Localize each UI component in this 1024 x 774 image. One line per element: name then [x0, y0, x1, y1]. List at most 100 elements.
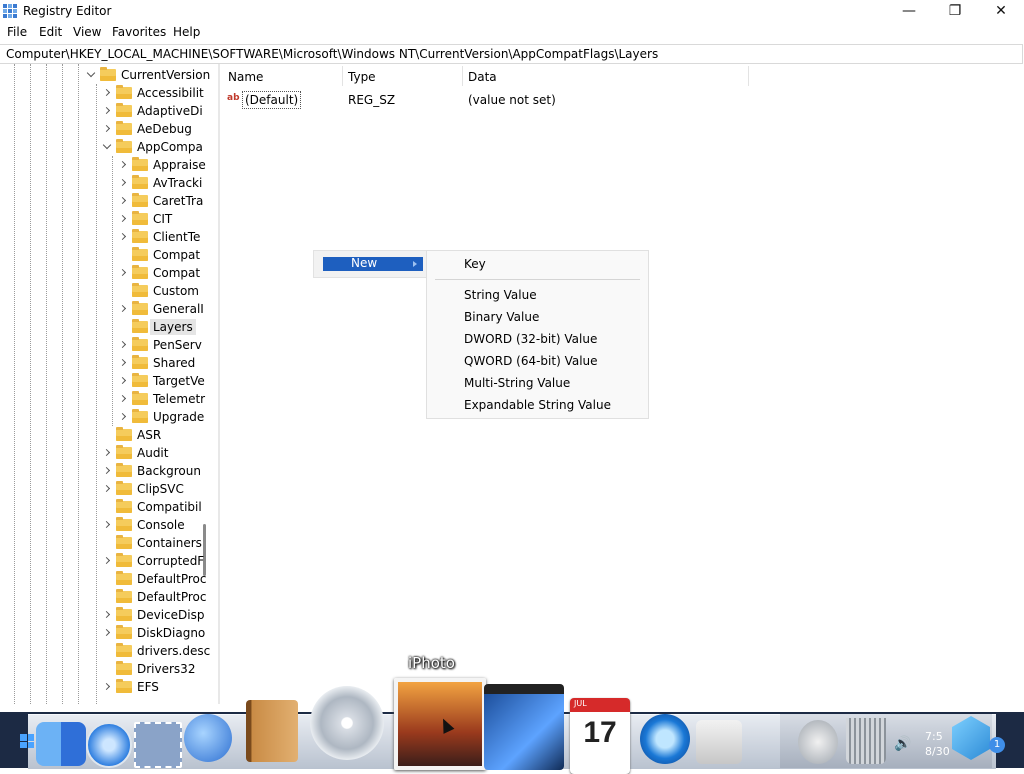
tree-item[interactable]: Accessibilit — [102, 84, 204, 102]
tree-item[interactable]: CaretTra — [118, 192, 203, 210]
submenu-qword-value[interactable]: QWORD (64-bit) Value — [464, 354, 598, 368]
boot-camp-icon[interactable] — [696, 720, 742, 764]
tree-item[interactable]: CorruptedF — [102, 552, 204, 570]
expand-chevron-icon[interactable] — [102, 102, 114, 120]
finder-icon[interactable] — [36, 722, 86, 766]
tree-item[interactable]: Custom — [118, 282, 199, 300]
tree-item[interactable]: Telemetr — [118, 390, 205, 408]
expand-chevron-icon[interactable] — [102, 624, 114, 642]
address-bar[interactable]: Computer\HKEY_LOCAL_MACHINE\SOFTWARE\Mic… — [0, 44, 1023, 64]
table-row[interactable]: ab (Default) REG_SZ (value not set) — [220, 90, 1020, 110]
collapse-chevron-icon[interactable] — [86, 66, 98, 84]
submenu-dword-value[interactable]: DWORD (32-bit) Value — [464, 332, 597, 346]
expand-chevron-icon[interactable] — [118, 264, 130, 282]
trash-icon[interactable] — [846, 718, 886, 764]
expand-chevron-icon[interactable] — [118, 156, 130, 174]
tree-item[interactable]: Appraise — [118, 156, 206, 174]
registry-tree[interactable]: CurrentVersion Accessibilit AdaptiveDi AeDe… — [0, 64, 215, 704]
column-type[interactable]: Type — [348, 70, 376, 84]
expand-chevron-icon[interactable] — [102, 606, 114, 624]
safari-icon[interactable] — [86, 722, 132, 768]
itunes-icon[interactable] — [310, 686, 384, 760]
maximize-button[interactable]: ❐ — [932, 0, 978, 24]
submenu-multi-string-value[interactable]: Multi-String Value — [464, 376, 570, 390]
system-clock[interactable]: 7:5 8/30 — [925, 729, 950, 759]
tree-item[interactable]: ClipSVC — [102, 480, 184, 498]
expand-chevron-icon[interactable] — [118, 390, 130, 408]
expand-chevron-icon[interactable] — [102, 84, 114, 102]
ichat-icon[interactable] — [184, 714, 232, 762]
notification-badge[interactable]: 1 — [989, 737, 1005, 753]
imovie-icon[interactable] — [484, 684, 564, 770]
expand-chevron-icon[interactable] — [102, 516, 114, 534]
submenu-expandable-string-value[interactable]: Expandable String Value — [464, 398, 611, 412]
tree-item[interactable]: Upgrade — [118, 408, 204, 426]
expand-chevron-icon[interactable] — [118, 300, 130, 318]
expand-chevron-icon[interactable] — [102, 444, 114, 462]
tree-item[interactable]: AvTracki — [118, 174, 202, 192]
tree-item[interactable]: Layers — [118, 318, 196, 336]
close-button[interactable]: ✕ — [978, 0, 1024, 24]
tree-item[interactable]: PenServ — [118, 336, 202, 354]
expand-chevron-icon[interactable] — [118, 354, 130, 372]
folder-icon — [132, 373, 148, 387]
tree-item[interactable]: Drivers32 — [102, 660, 195, 678]
tree-item[interactable]: ClientTe — [118, 228, 200, 246]
tree-item[interactable]: EFS — [102, 678, 159, 696]
menu-favorites[interactable]: Favorites — [112, 25, 166, 39]
tree-item[interactable]: AdaptiveDi — [102, 102, 203, 120]
tree-item[interactable]: Compat — [118, 264, 200, 282]
windows-start-icon[interactable] — [20, 734, 34, 748]
tree-item[interactable]: AeDebug — [102, 120, 192, 138]
menu-help[interactable]: Help — [173, 25, 200, 39]
expand-chevron-icon[interactable] — [102, 462, 114, 480]
expand-chevron-icon[interactable] — [102, 480, 114, 498]
tree-item[interactable]: Audit — [102, 444, 168, 462]
tree-item[interactable]: TargetVe — [118, 372, 205, 390]
expand-chevron-icon[interactable] — [102, 120, 114, 138]
minimize-button[interactable]: — — [886, 0, 932, 24]
tree-item[interactable]: Console — [102, 516, 185, 534]
tree-item[interactable]: CurrentVersion — [86, 66, 210, 84]
column-data[interactable]: Data — [468, 70, 497, 84]
expand-chevron-icon[interactable] — [118, 228, 130, 246]
tree-item[interactable]: drivers.desc — [102, 642, 210, 660]
expand-chevron-icon[interactable] — [118, 192, 130, 210]
volume-icon[interactable]: 🔊 — [894, 736, 911, 752]
tree-item[interactable]: Shared — [118, 354, 195, 372]
mail-stamp-icon[interactable] — [134, 722, 182, 768]
tree-item[interactable]: CIT — [118, 210, 172, 228]
submenu-binary-value[interactable]: Binary Value — [464, 310, 539, 324]
ical-icon[interactable]: JUL 17 — [570, 698, 630, 774]
tree-item[interactable]: Backgroun — [102, 462, 201, 480]
expand-chevron-icon[interactable] — [118, 408, 130, 426]
tree-item[interactable]: DefaultProc — [102, 570, 206, 588]
tree-item[interactable]: Containers — [102, 534, 202, 552]
submenu-key[interactable]: Key — [464, 257, 486, 271]
menu-file[interactable]: File — [7, 25, 27, 39]
address-book-icon[interactable] — [246, 700, 298, 762]
expand-chevron-icon[interactable] — [118, 372, 130, 390]
tree-item[interactable]: GeneralI — [118, 300, 204, 318]
tree-item[interactable]: DeviceDisp — [102, 606, 204, 624]
tree-item[interactable]: Compatibil — [102, 498, 202, 516]
tree-item[interactable]: AppCompa — [102, 138, 203, 156]
submenu-string-value[interactable]: String Value — [464, 288, 537, 302]
expand-chevron-icon[interactable] — [102, 552, 114, 570]
mail-at-icon[interactable] — [798, 720, 838, 764]
collapse-chevron-icon[interactable] — [102, 138, 114, 156]
expand-chevron-icon[interactable] — [118, 174, 130, 192]
column-name[interactable]: Name — [228, 70, 263, 84]
tree-item[interactable]: DiskDiagno — [102, 624, 205, 642]
expand-chevron-icon[interactable] — [118, 210, 130, 228]
expand-chevron-icon[interactable] — [102, 678, 114, 696]
menu-edit[interactable]: Edit — [39, 25, 62, 39]
menu-view[interactable]: View — [73, 25, 101, 39]
tree-item[interactable]: ASR — [102, 426, 161, 444]
context-menu-new[interactable]: New — [323, 256, 423, 271]
expand-chevron-icon[interactable] — [118, 336, 130, 354]
tree-item[interactable]: DefaultProc — [102, 588, 206, 606]
tree-item[interactable]: Compat — [118, 246, 200, 264]
quicktime-icon[interactable] — [640, 714, 690, 764]
